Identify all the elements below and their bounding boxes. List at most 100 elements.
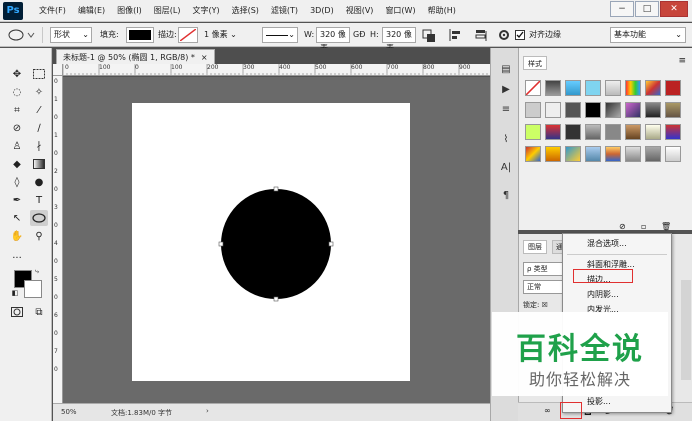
link-icon[interactable]: GĐ [353,27,365,43]
style-swatch[interactable] [565,124,581,140]
style-swatch[interactable] [605,124,621,140]
menu-filter[interactable]: 滤镜(T) [265,0,304,22]
paragraph-panel-icon[interactable]: ¶ [498,188,514,202]
blur-tool-icon[interactable]: ◊ [8,174,26,190]
healing-brush-tool-icon[interactable]: ⊘ [8,120,26,136]
history-panel-icon[interactable]: ▤ [498,62,514,76]
stroke-width-field[interactable]: 1 像素 ⌄ [204,27,260,43]
shape-mode-select[interactable]: 形状 ⌄ [50,27,92,43]
style-swatch[interactable] [625,146,641,162]
style-swatch[interactable] [605,80,621,96]
menu-type[interactable]: 文字(Y) [186,0,225,22]
character-panel-icon[interactable]: A| [498,160,514,174]
style-swatch[interactable] [525,102,541,118]
hand-tool-icon[interactable]: ✋ [8,228,26,244]
styles-tab[interactable]: 样式 [523,56,547,70]
default-colors-icon[interactable]: ◧ [10,288,20,298]
style-swatch[interactable] [525,80,541,96]
menu-file[interactable]: 文件(F) [33,0,72,22]
new-style-icon[interactable]: ▫ [641,222,646,231]
anchor-point[interactable] [218,241,224,247]
style-swatch[interactable] [545,80,561,96]
fill-swatch[interactable] [126,27,154,43]
status-menu-arrow[interactable]: › [206,407,209,415]
quick-mask-icon[interactable] [8,304,26,320]
menu-drop-shadow[interactable]: 投影... [587,396,611,407]
style-swatch[interactable] [525,146,541,162]
ellipse-shape-layer[interactable] [218,186,334,302]
clear-style-icon[interactable]: ⊘ [619,222,626,231]
style-swatch[interactable] [565,80,581,96]
style-swatch[interactable] [565,146,581,162]
ellipse-tool-icon[interactable] [30,210,48,226]
more-tools-icon[interactable]: ··· [8,250,26,266]
height-input[interactable]: 320 像素 [382,27,416,53]
magic-wand-tool-icon[interactable]: ✧ [30,84,48,100]
menu-view[interactable]: 视图(V) [340,0,380,22]
lasso-tool-icon[interactable]: ◌ [8,84,26,100]
menu-layer[interactable]: 图层(L) [148,0,187,22]
menu-blending-options[interactable]: 混合选项... [587,238,627,249]
style-swatch[interactable] [585,80,601,96]
style-swatch[interactable] [645,102,661,118]
screen-mode-icon[interactable]: ⧉ [30,304,48,320]
style-swatch[interactable] [605,102,621,118]
stroke-swatch[interactable] [178,27,198,43]
path-ops-icon[interactable] [422,27,436,43]
tool-preset-picker[interactable] [6,27,36,43]
style-swatch[interactable] [545,124,561,140]
move-tool-icon[interactable]: ✥ [8,66,26,82]
brush-panel-icon[interactable]: ⌇ [498,132,514,146]
layers-tab[interactable]: 图层 [523,240,547,254]
layers-scrollbar[interactable] [681,280,691,380]
delete-style-icon[interactable]: 🗑 [661,222,671,231]
style-swatch[interactable] [625,80,641,96]
maximize-button[interactable]: □ [635,1,659,17]
panel-menu-icon[interactable]: ≡ [678,56,686,66]
style-swatch[interactable] [645,146,661,162]
style-swatch[interactable] [665,124,681,140]
style-swatch[interactable] [585,146,601,162]
menu-3d[interactable]: 3D(D) [304,0,340,22]
gear-icon[interactable] [498,27,510,43]
crop-tool-icon[interactable]: ⌗ [8,102,26,118]
style-swatch[interactable] [565,102,581,118]
link-layers-icon[interactable]: ∞ [544,406,551,415]
style-swatch[interactable] [665,80,681,96]
anchor-point[interactable] [273,296,279,302]
menu-window[interactable]: 窗口(W) [379,0,421,22]
properties-panel-icon[interactable]: ≡ [498,102,514,116]
menu-select[interactable]: 选择(S) [226,0,265,22]
style-swatch[interactable] [585,124,601,140]
gradient-tool-icon[interactable] [30,156,48,172]
style-swatch[interactable] [665,146,681,162]
style-swatch[interactable] [625,102,641,118]
close-tab-icon[interactable]: × [201,53,208,62]
swap-colors-icon[interactable]: ⤷ [32,266,42,276]
minimize-button[interactable]: − [610,1,634,17]
path-arrange-icon[interactable] [474,27,488,43]
history-brush-tool-icon[interactable]: ∤ [30,138,48,154]
style-swatch[interactable] [545,146,561,162]
eyedropper-tool-icon[interactable]: ⁄ [30,102,48,118]
menu-image[interactable]: 图像(I) [111,0,148,22]
style-swatch[interactable] [585,102,601,118]
style-swatch[interactable] [665,102,681,118]
actions-panel-icon[interactable]: ▶ [498,82,514,96]
style-swatch[interactable] [625,124,641,140]
align-edges-checkbox[interactable] [515,27,525,43]
menu-inner-shadow[interactable]: 内阴影... [587,289,619,300]
zoom-tool-icon[interactable]: ⚲ [30,228,48,244]
menu-edit[interactable]: 编辑(E) [72,0,111,22]
zoom-level[interactable]: 50% [61,408,77,416]
style-swatch[interactable] [525,124,541,140]
brush-tool-icon[interactable]: ∕ [30,120,48,136]
marquee-tool-icon[interactable] [30,66,48,82]
type-tool-icon[interactable]: T [30,192,48,208]
width-input[interactable]: 320 像素 [316,27,350,53]
stroke-type-select[interactable]: ⌄ [262,27,298,43]
workspace-select[interactable]: 基本功能 ⌄ [610,27,686,43]
clone-stamp-tool-icon[interactable]: ♙ [8,138,26,154]
anchor-point[interactable] [273,186,279,192]
style-swatch[interactable] [545,102,561,118]
